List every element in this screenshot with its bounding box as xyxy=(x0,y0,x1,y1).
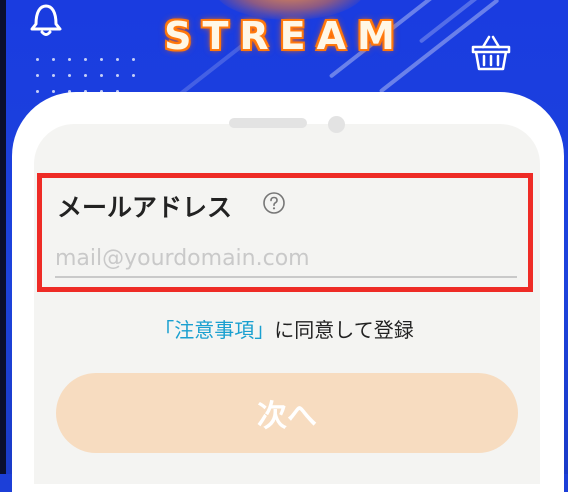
terms-link[interactable]: 「注意事項」 xyxy=(154,318,274,342)
consent-text: 「注意事項」に同意して登録 xyxy=(0,314,568,343)
bell-icon[interactable] xyxy=(26,0,66,40)
phone-camera xyxy=(328,116,345,133)
email-label: メールアドレス xyxy=(57,193,233,222)
email-input[interactable] xyxy=(55,240,517,278)
consent-suffix: に同意して登録 xyxy=(274,318,414,342)
next-button[interactable]: 次へ xyxy=(56,373,518,453)
question-circle-icon[interactable] xyxy=(262,191,286,215)
stream-logo: STREAM xyxy=(164,14,406,58)
basket-icon[interactable] xyxy=(469,33,513,73)
edge-shadow xyxy=(0,0,6,474)
phone-speaker xyxy=(229,118,307,128)
